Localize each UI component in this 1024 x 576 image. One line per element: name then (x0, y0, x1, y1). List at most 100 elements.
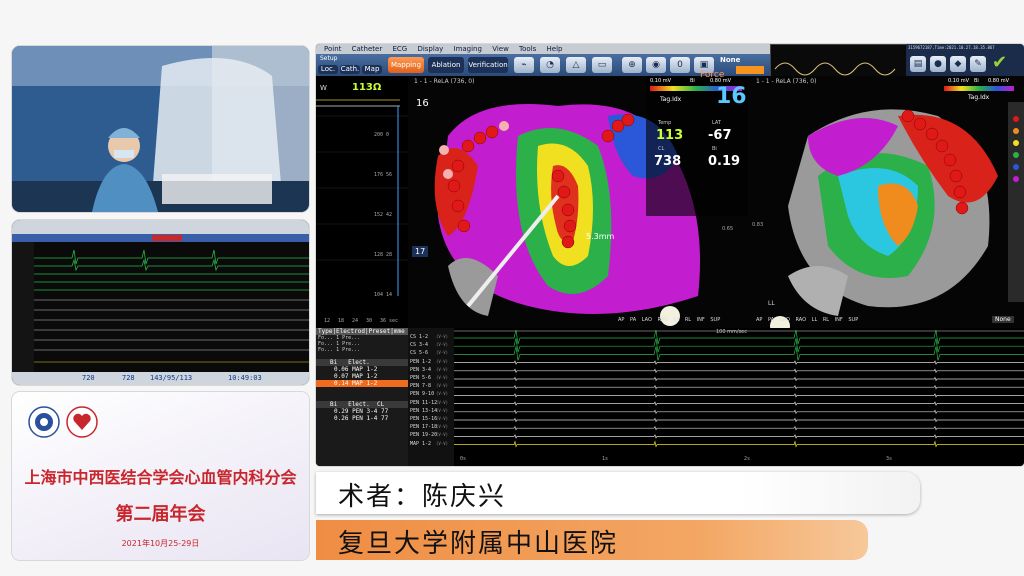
menu-display[interactable]: Display (417, 45, 443, 53)
map2-view-rao[interactable]: RAO (796, 317, 807, 323)
bi-row-2[interactable]: 0.07 MAP 1-2 (316, 373, 408, 380)
setup-tab[interactable]: Setup (320, 55, 337, 62)
operating-room-video (12, 46, 309, 212)
tick-2: 176 56 (374, 172, 393, 178)
snapshot-icon[interactable]: ▤ (910, 56, 926, 72)
trace-4 (454, 368, 1024, 374)
accept-check-icon[interactable]: ✔ (992, 52, 1007, 73)
trace-9 (454, 409, 1024, 415)
trace-6 (454, 384, 1024, 390)
map2-view-ll[interactable]: LL (812, 317, 818, 323)
view-inf[interactable]: INF (697, 317, 705, 323)
impedance-plot (316, 99, 408, 296)
electroanatomic-map-2[interactable]: 1 - 1 - ReLA (736, 0) 0.10 mV Bi 0.80 mV… (748, 76, 1024, 336)
record-icon[interactable]: ● (930, 56, 946, 72)
map2-view-lao[interactable]: LAO (780, 317, 790, 323)
channel-suffix-2: (V-V) (436, 350, 449, 356)
channel-suffix-1: (V-V) (436, 342, 449, 348)
color-wheel-icon[interactable]: ◉ (646, 57, 666, 73)
verification-button[interactable]: Verification (468, 57, 508, 73)
channel-suffix-0: (V-V) (436, 334, 449, 339)
point-tool-icon[interactable]: ⊕ (622, 57, 642, 73)
menu-tools[interactable]: Tools (519, 45, 536, 53)
bi-min: 0.10 mV (650, 78, 672, 84)
scale-value-2: 0.83 (752, 222, 764, 228)
map2-tag-label: Tag.Idx (968, 94, 990, 101)
view-ap[interactable]: AP (618, 317, 624, 323)
map2-view-sup[interactable]: SUP (848, 317, 858, 323)
channel-suffix-9: (V-V) (436, 407, 449, 413)
export-icon[interactable]: ▭ (592, 57, 612, 73)
map2-dropdown[interactable]: None (992, 316, 1014, 323)
channel-suffix-13: (V-V) (436, 440, 449, 446)
conference-logo-card: 上海市中西医结合学会心血管内科分会 第二届年会 2021年10月25-29日 (12, 392, 309, 560)
map-shape-icon[interactable]: △ (566, 57, 586, 73)
bi2-row-1[interactable]: 0.29 PEN 3-4 77 (316, 408, 408, 415)
bi-row-1[interactable]: 0.06 MAP 1-2 (316, 366, 408, 373)
channel-label-12: PEN 19-20 (410, 432, 438, 439)
view-ll[interactable]: LL (674, 317, 680, 323)
tick-3: 152 42 (374, 212, 393, 218)
channel-label-9: PEN 13-14 (410, 407, 438, 414)
map2-bi-label: Bi (974, 78, 979, 84)
channel-suffix-6: (V-V) (436, 383, 449, 389)
ep-recording-system-screen: 720 728 143/95/113 10:49:03 (12, 220, 309, 385)
recorder-stat-2: 728 (122, 374, 135, 382)
points-row-3[interactable]: Fo... 1 Pre... (316, 347, 408, 353)
channel-labels: CS 1-2 (V-V) CS 3-4 (V-V) CS 5-6 (V-V) PEN 1-2… (408, 328, 454, 466)
menu-help[interactable]: Help (547, 45, 563, 53)
map2-view-pa[interactable]: PA (768, 317, 774, 323)
none-indicator (736, 66, 764, 74)
catheter-icon[interactable]: ⌁ (514, 57, 534, 73)
tick-5: 104 14 (374, 292, 393, 298)
map2-view-bar: AP PA LAO RAO LL RL INF SUP (756, 317, 862, 323)
impedance-value: 113Ω (352, 82, 382, 93)
time-tick-3: 3s (886, 456, 893, 462)
menu-catheter[interactable]: Catheter (352, 45, 383, 53)
menu-view[interactable]: View (492, 45, 509, 53)
mapping-button[interactable]: Mapping (388, 57, 424, 73)
channel-suffix-3: (V-V) (436, 358, 449, 364)
time-axis-0: 12 (324, 318, 331, 324)
view-pa[interactable]: PA (630, 317, 636, 323)
bi-table-header: Bi Elect. (316, 359, 408, 366)
view-rl[interactable]: RL (685, 317, 691, 323)
map2-view-rl[interactable]: RL (823, 317, 829, 323)
edit-icon[interactable]: ✎ (970, 56, 986, 72)
subtab-cath[interactable]: Cath. (340, 65, 360, 74)
bi-row-3-selected[interactable]: 0.14 MAP 1-2 (316, 380, 408, 387)
society-logo-1 (28, 406, 60, 438)
time-axis-1: 18 (338, 318, 345, 324)
map2-view-ap[interactable]: AP (756, 317, 762, 323)
menu-ecg[interactable]: ECG (392, 45, 407, 53)
channel-suffix-12: (V-V) (436, 432, 449, 438)
view-lao[interactable]: LAO (642, 317, 652, 323)
trace-8 (454, 401, 1024, 406)
recorder-traces (12, 220, 309, 385)
subtab-loc[interactable]: Loc. (318, 65, 338, 74)
timestamp: 3159672187,Time:2021.10.27.18.35.867 (908, 45, 995, 50)
bi-table2-header: Bi Elect. CL (316, 401, 408, 408)
menu-imaging[interactable]: Imaging (454, 45, 482, 53)
eraser-icon[interactable]: ◆ (950, 56, 966, 72)
view-rao[interactable]: RAO (658, 317, 669, 323)
top-none-label: None (720, 56, 741, 64)
time-tick-2: 2s (744, 456, 751, 462)
ablation-button[interactable]: Ablation (428, 57, 464, 73)
view-sup[interactable]: SUP (710, 317, 720, 323)
impedance-trace-panel: W 113Ω 200 0 176 56 152 42 128 28 104 14… (316, 76, 408, 328)
map2-ll-label: LL (768, 300, 775, 307)
menu-point[interactable]: Point (324, 45, 341, 53)
counter-icon[interactable]: 0 (670, 57, 690, 73)
time-axis-2: 24 (352, 318, 359, 324)
subtab-map[interactable]: Map (362, 65, 382, 74)
channel-suffix-11: (V-V) (436, 424, 449, 430)
lat-label: LAT (712, 120, 721, 126)
electroanatomic-map-1[interactable]: 1 - 1 - ReLA (736, 0) 5.3mm 16 17 0.10 m… (408, 70, 750, 328)
time-tick-0: 0s (460, 456, 467, 462)
gauge-icon[interactable]: ◔ (540, 57, 560, 73)
map2-side-palette (1008, 102, 1024, 302)
bi2-row-2[interactable]: 0.26 PEN 1-4 77 (316, 415, 408, 422)
point-counter[interactable]: 17 (412, 246, 429, 257)
map2-view-inf[interactable]: INF (835, 317, 843, 323)
